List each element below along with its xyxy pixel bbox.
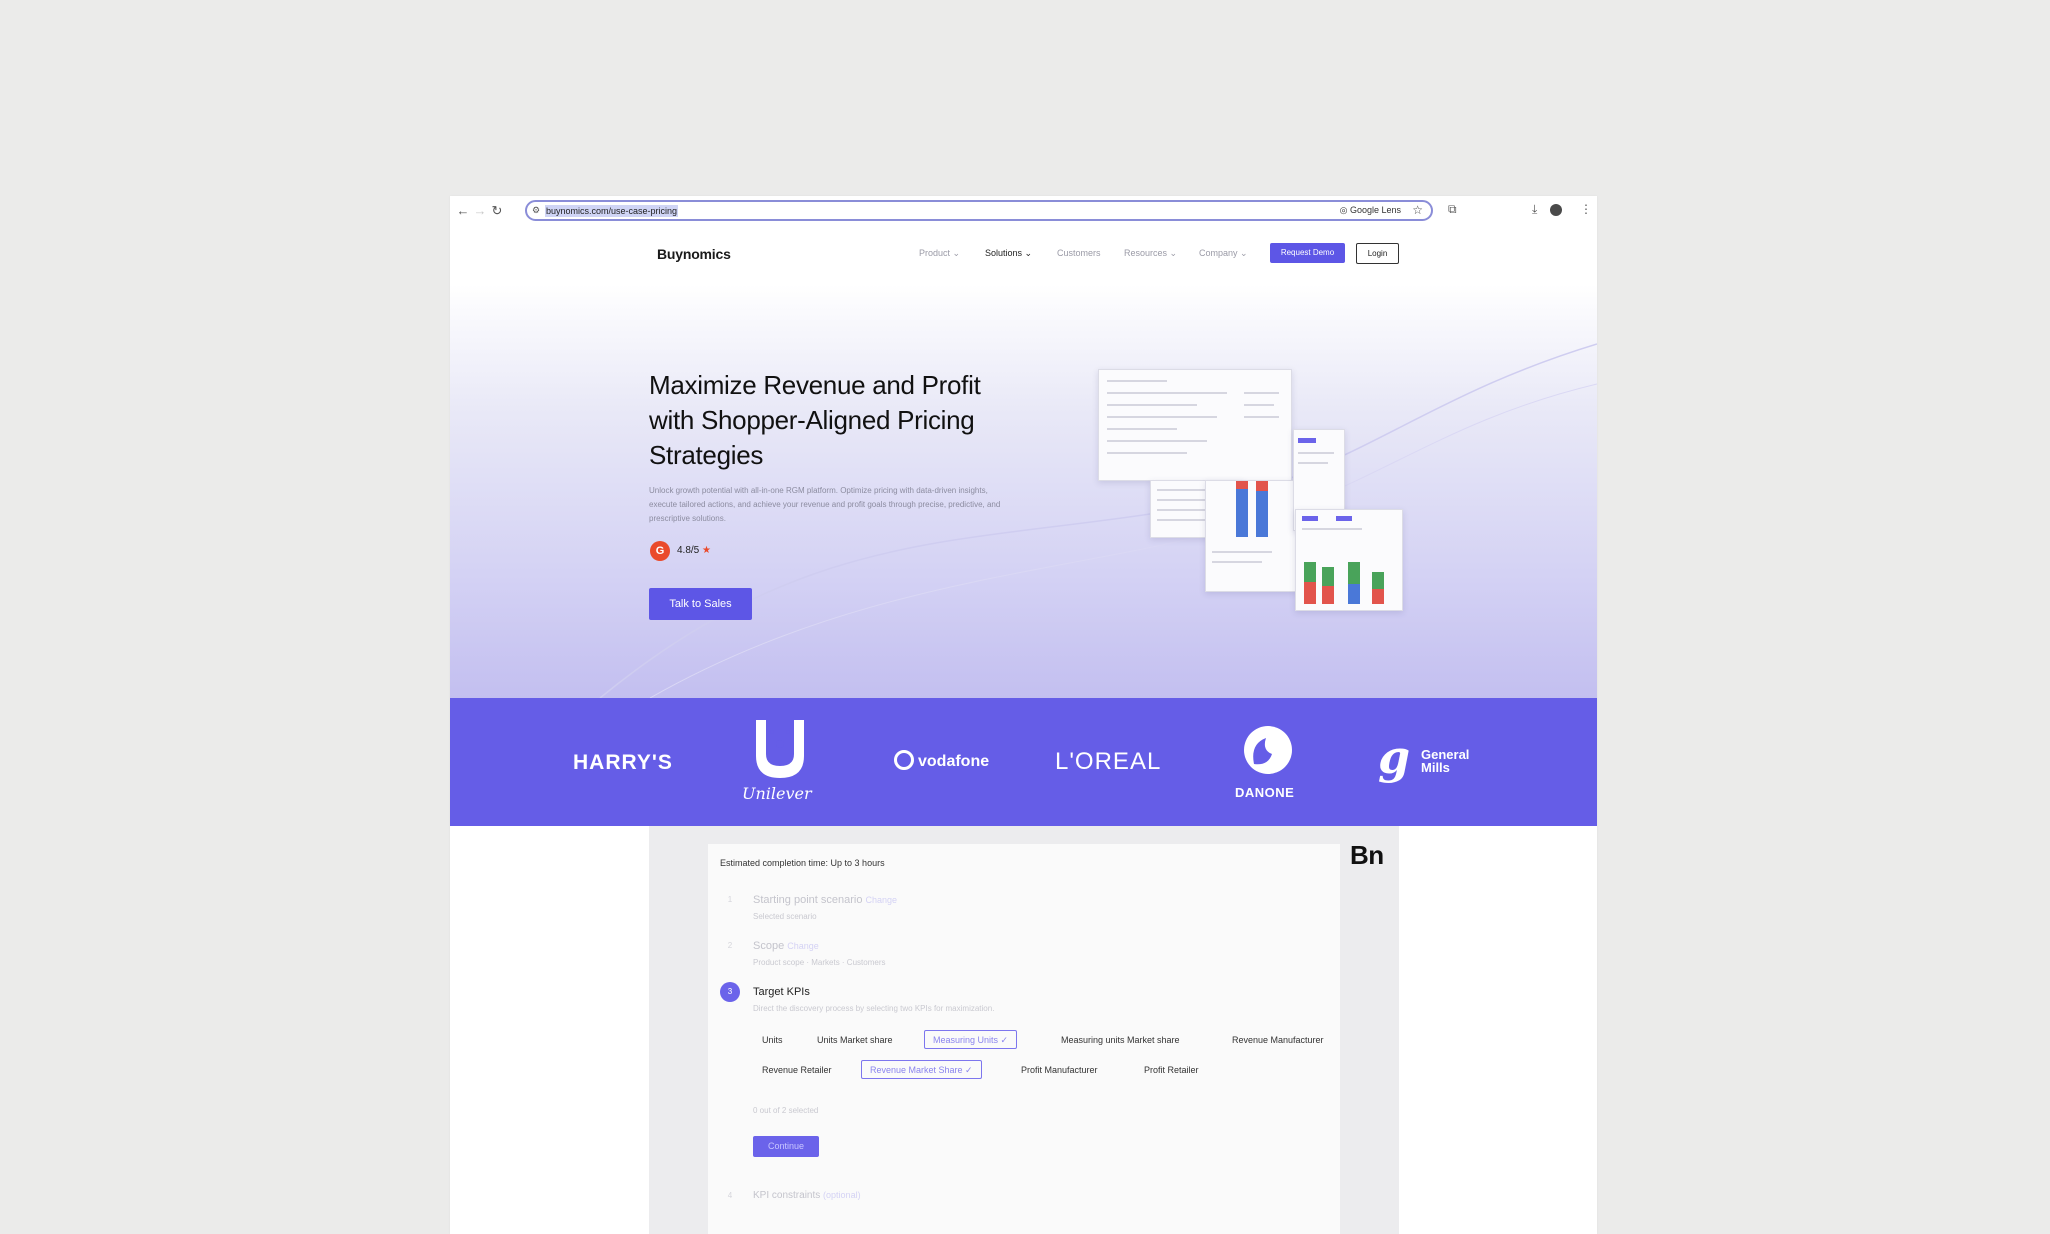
- nav-solutions[interactable]: Solutions ⌄: [985, 248, 1032, 259]
- hero-subtitle: Unlock growth potential with all-in-one …: [649, 486, 1001, 523]
- nav-resources[interactable]: Resources ⌄: [1124, 248, 1177, 259]
- step-1-number: 1: [727, 895, 733, 904]
- rating-score: 4.8/5: [677, 545, 700, 556]
- google-lens-label: Google Lens: [1349, 205, 1401, 215]
- g2-icon: G: [650, 541, 670, 561]
- bookmark-star-icon[interactable]: ☆: [1412, 203, 1423, 217]
- rating-value: 4.8/5 ★: [677, 545, 711, 556]
- logo-danone: DANONE: [1235, 785, 1295, 800]
- step-4-title: KPI constraints (optional): [753, 1190, 861, 1201]
- customer-logos-band: HARRY'S Unilever vodafone L'OREAL DANONE…: [450, 698, 1597, 826]
- nav-product[interactable]: Product ⌄: [919, 248, 960, 259]
- logo-loreal: L'OREAL: [1055, 748, 1162, 775]
- google-lens-button[interactable]: ◎ Google Lens: [1340, 204, 1401, 217]
- kpi-selected-count: 0 out of 2 selected: [753, 1106, 819, 1115]
- address-bar[interactable]: ⚙ buynomics.com/use-case-pricing ◎ Googl…: [525, 200, 1433, 221]
- unilever-u-icon: [756, 720, 804, 778]
- extensions-icon[interactable]: ⧉: [1448, 202, 1457, 217]
- logo-harrys: HARRY'S: [573, 751, 673, 774]
- kpi-wizard-panel: Estimated completion time: Up to 3 hours…: [708, 844, 1340, 1234]
- request-demo-button[interactable]: Request Demo: [1270, 243, 1345, 263]
- download-icon[interactable]: ⤓: [1532, 202, 1537, 217]
- vodafone-icon: [894, 750, 914, 770]
- step-2-subtitle: Product scope · Markets · Customers: [753, 958, 886, 967]
- reload-icon[interactable]: ↻: [490, 203, 504, 219]
- site-logo[interactable]: Buynomics: [657, 246, 731, 262]
- more-menu-icon[interactable]: ⋮: [1580, 202, 1592, 216]
- logo-vodafone: vodafone: [894, 750, 989, 771]
- nav-company[interactable]: Company ⌄: [1199, 248, 1248, 259]
- kpi-chip-measuring-units[interactable]: Measuring Units ✓: [924, 1030, 1018, 1049]
- dashboard-mockup-stacked: [1295, 509, 1403, 611]
- continue-button[interactable]: Continue: [753, 1136, 819, 1157]
- step-2-title: Scope Change: [753, 940, 819, 952]
- vodafone-label: vodafone: [918, 753, 990, 770]
- step-2-change-link[interactable]: Change: [787, 941, 819, 951]
- step-4-number: 4: [727, 1191, 733, 1200]
- bn-watermark: Bn: [1350, 840, 1384, 870]
- logo-unilever: Unilever: [742, 784, 812, 803]
- back-icon[interactable]: ←: [456, 203, 470, 219]
- url-text[interactable]: buynomics.com/use-case-pricing: [545, 205, 679, 217]
- kpi-chip-measuring-units-market-share[interactable]: Measuring units Market share: [1052, 1030, 1189, 1049]
- step-3-subtitle: Direct the discovery process by selectin…: [753, 1004, 995, 1013]
- step-1-change-link[interactable]: Change: [866, 895, 898, 905]
- login-button[interactable]: Login: [1356, 243, 1399, 264]
- browser-toolbar: ← → ↻ ⚙ buynomics.com/use-case-pricing ◎…: [450, 196, 1597, 226]
- site-info-icon[interactable]: ⚙: [532, 205, 540, 216]
- general-mills-g-icon: g: [1378, 730, 1411, 784]
- step-4-label: KPI constraints: [753, 1190, 821, 1201]
- step-1-label: Starting point scenario: [753, 894, 863, 906]
- kpi-chip-profit-manufacturer[interactable]: Profit Manufacturer: [1012, 1060, 1107, 1079]
- hero-wave-decoration: [599, 343, 1597, 698]
- estimated-time: Estimated completion time: Up to 3 hours: [720, 858, 885, 868]
- dashboard-mockup-main: [1098, 369, 1292, 481]
- step-3-title: Target KPIs: [753, 986, 810, 998]
- step-3-number: 3: [720, 982, 740, 1002]
- hero-section: Maximize Revenue and Profit with Shopper…: [450, 284, 1597, 698]
- site-header: Buynomics Product ⌄ Solutions ⌄ Customer…: [450, 226, 1597, 284]
- step-4-optional-label: (optional): [823, 1190, 861, 1200]
- kpi-chip-profit-retailer[interactable]: Profit Retailer: [1135, 1060, 1208, 1079]
- hero-title: Maximize Revenue and Profit with Shopper…: [649, 370, 981, 470]
- kpi-chip-revenue-retailer[interactable]: Revenue Retailer: [753, 1060, 841, 1079]
- nav-customers[interactable]: Customers: [1057, 248, 1101, 258]
- forward-icon[interactable]: →: [473, 203, 487, 219]
- kpi-chip-revenue-manufacturer[interactable]: Revenue Manufacturer: [1223, 1030, 1333, 1049]
- kpi-chip-units-market-share[interactable]: Units Market share: [808, 1030, 902, 1049]
- step-2-number: 2: [727, 941, 733, 950]
- browser-window: ← → ↻ ⚙ buynomics.com/use-case-pricing ◎…: [450, 196, 1597, 1234]
- step-2-label: Scope: [753, 940, 785, 952]
- dashboard-mockup-bars: [1205, 480, 1297, 592]
- lens-icon: ◎: [1339, 205, 1350, 215]
- step-1-title: Starting point scenario Change: [753, 894, 897, 906]
- star-icon: ★: [702, 545, 711, 556]
- danone-icon: [1244, 726, 1292, 774]
- kpi-chip-units[interactable]: Units: [753, 1030, 792, 1049]
- profile-avatar[interactable]: [1550, 204, 1562, 216]
- kpi-chip-revenue-market-share[interactable]: Revenue Market Share ✓: [861, 1060, 982, 1079]
- logo-general-mills: General Mills: [1421, 747, 1470, 775]
- step-1-subtitle: Selected scenario: [753, 912, 817, 921]
- talk-to-sales-button[interactable]: Talk to Sales: [649, 588, 752, 620]
